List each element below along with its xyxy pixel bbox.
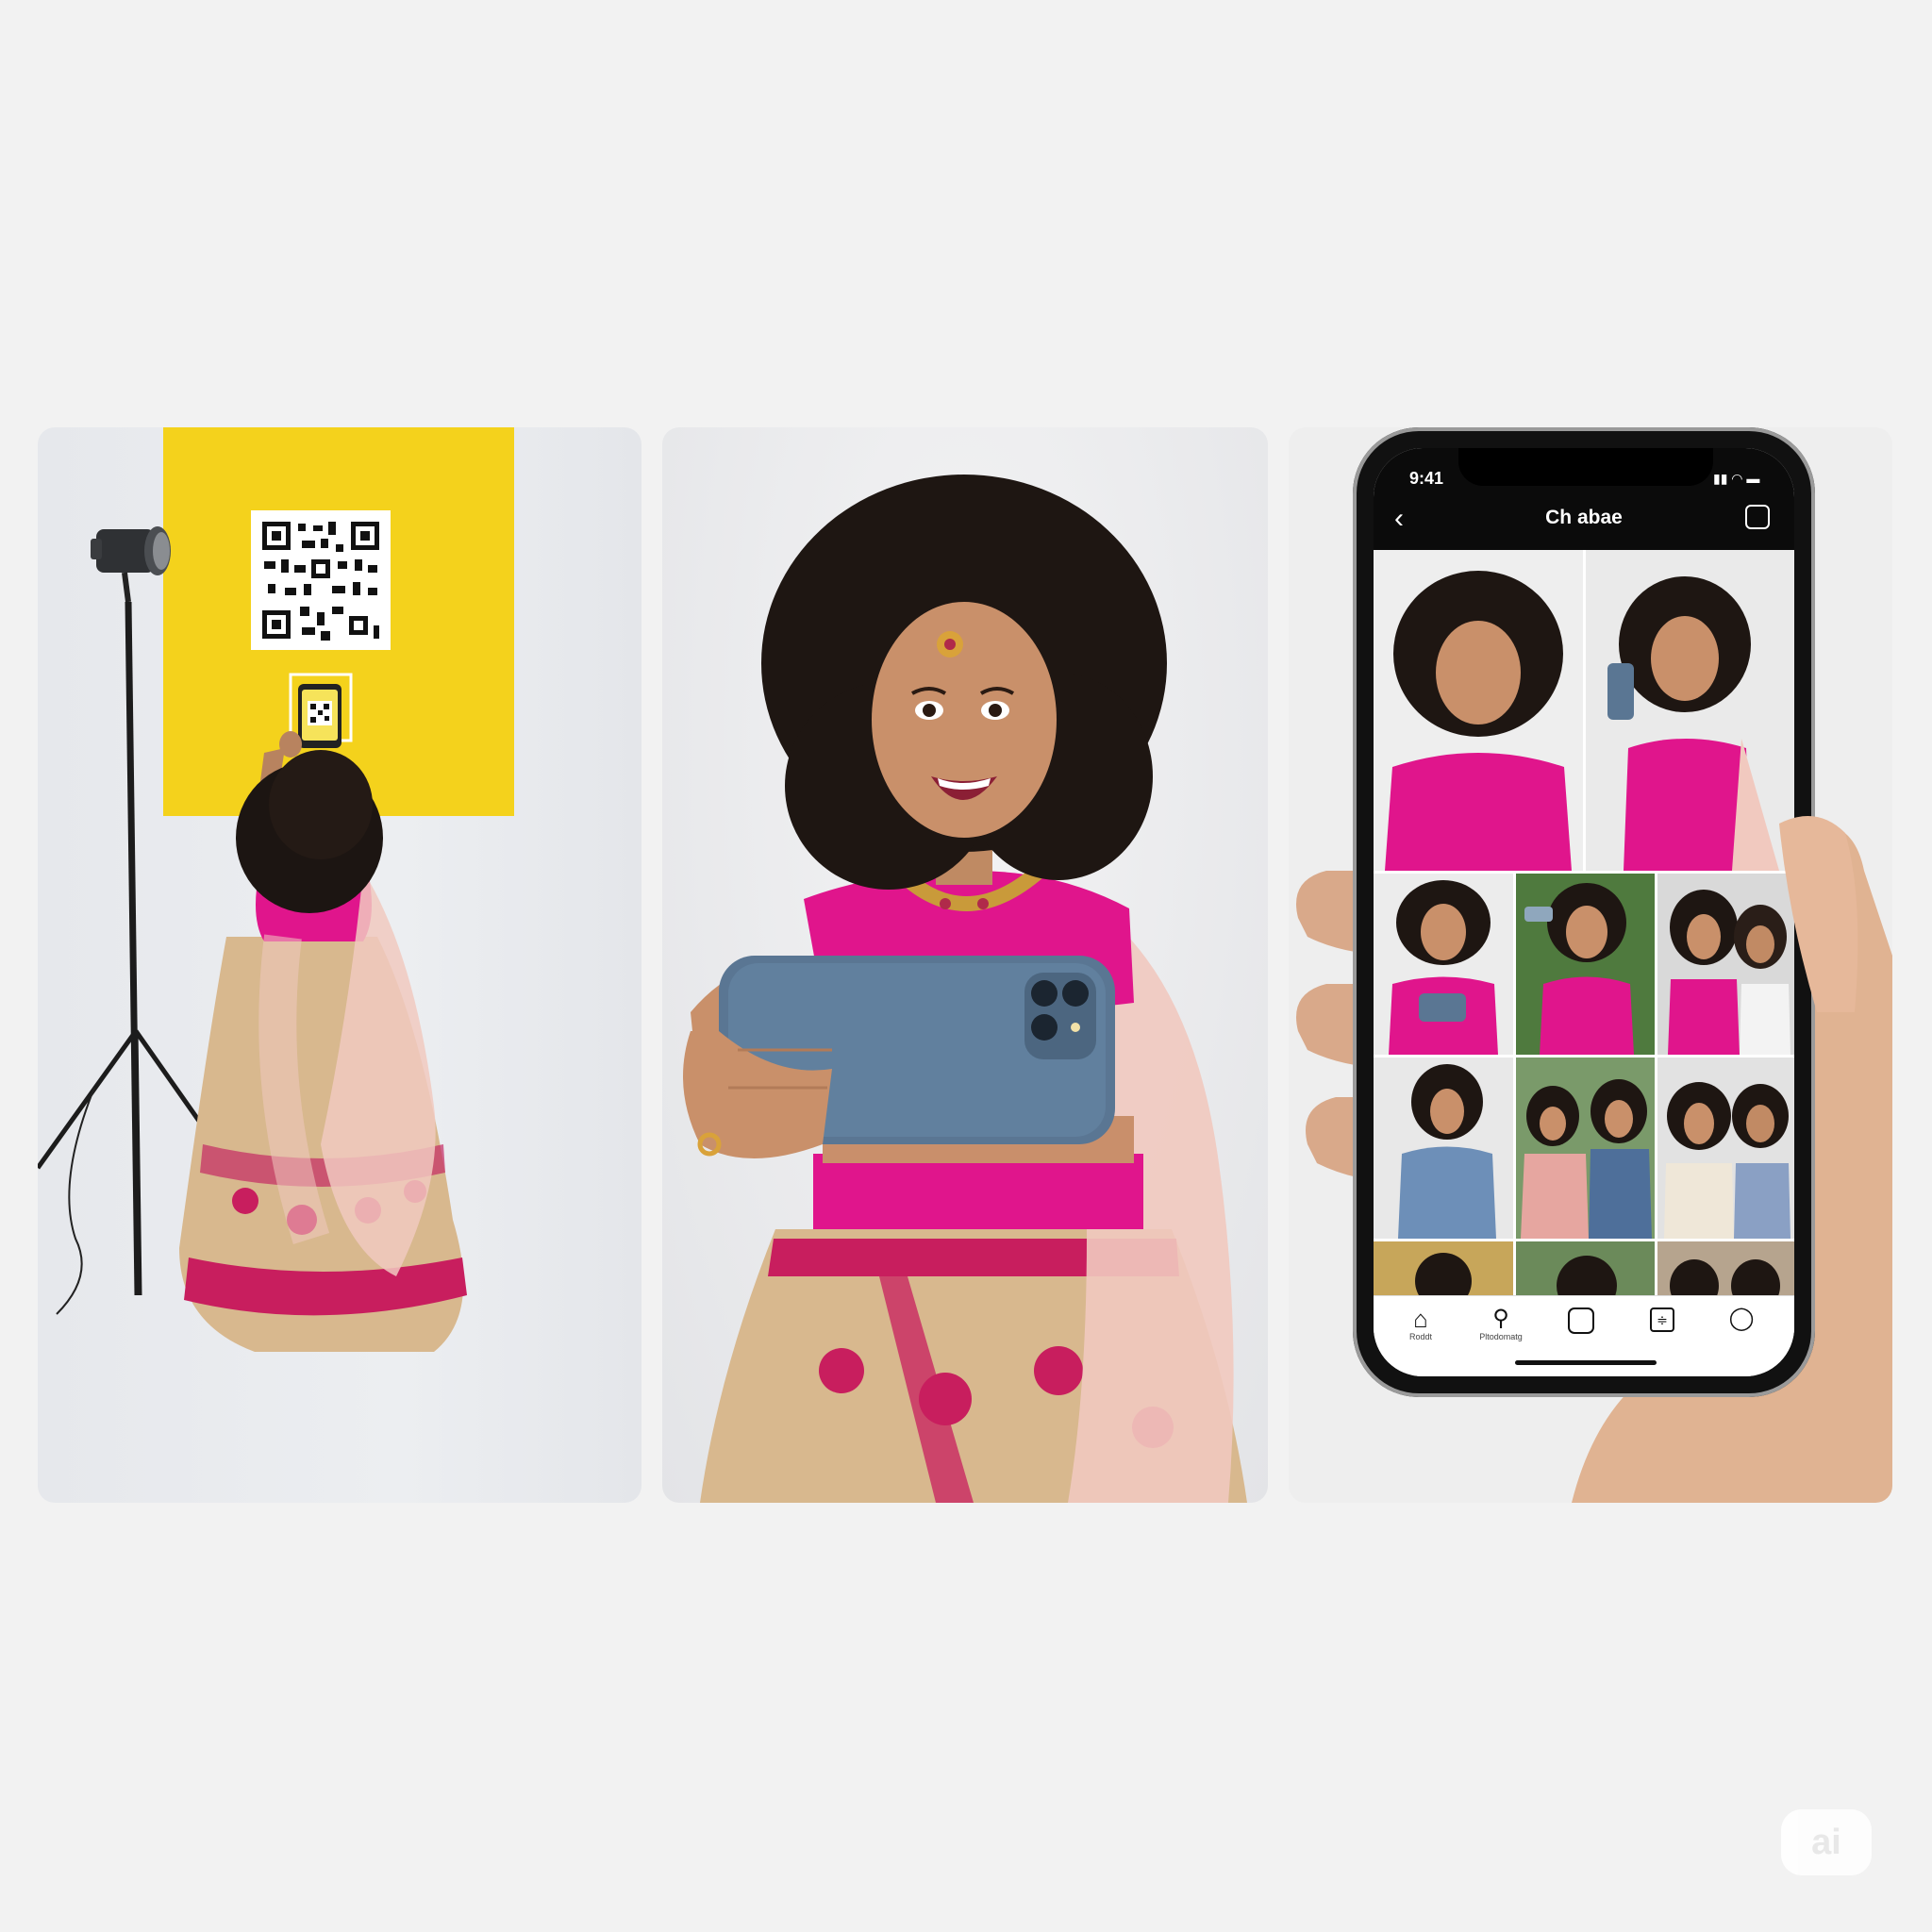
nav-item-search[interactable]: ⚲ Pltodomatg (1468, 1306, 1534, 1341)
selfie-photo-panel (662, 427, 1268, 1503)
studio-qr-scene (38, 427, 514, 1352)
nav-item-profile[interactable]: ◯ (1713, 1306, 1770, 1332)
nav-item-camera[interactable] (1553, 1307, 1609, 1339)
search-icon: ⚲ (1492, 1306, 1509, 1331)
notch (1458, 448, 1713, 486)
home-indicator (1515, 1360, 1657, 1365)
adjust-icon: ≑ (1650, 1307, 1674, 1332)
camera-icon (1568, 1307, 1594, 1334)
gallery-app-panel: 9:41 ▮▮ ◠ ▬ ‹ Ch abae ⌂ Roddt ⚲ Pltodoma… (1289, 427, 1892, 1503)
status-time: 9:41 (1409, 469, 1444, 488)
smiling-face (872, 602, 1057, 838)
photo-thumbnail[interactable] (1516, 1241, 1655, 1295)
qr-code-poster (251, 510, 391, 650)
bottom-nav-bar: ⌂ Roddt ⚲ Pltodomatg ≑ ◯ (1374, 1295, 1794, 1376)
share-icon[interactable] (1745, 505, 1770, 529)
photo-thumbnail[interactable] (1374, 1058, 1513, 1239)
photo-thumbnail[interactable] (1657, 874, 1794, 1055)
nav-item-home[interactable]: ⌂ Roddt (1392, 1306, 1449, 1341)
app-header: 9:41 ▮▮ ◠ ▬ ‹ Ch abae (1374, 448, 1794, 550)
photo-thumbnail[interactable] (1374, 1241, 1513, 1295)
selfie-scene (683, 475, 1247, 1503)
nav-item-adjust[interactable]: ≑ (1634, 1307, 1690, 1332)
photo-thumbnail[interactable] (1657, 1241, 1794, 1295)
home-icon: ⌂ (1413, 1305, 1428, 1333)
girl-back-view (179, 731, 467, 1352)
photo-thumbnail[interactable] (1657, 1058, 1794, 1239)
photo-thumbnail[interactable] (1516, 874, 1655, 1055)
photo-thumbnail[interactable] (1516, 1058, 1655, 1239)
phone-screen: 9:41 ▮▮ ◠ ▬ ‹ Ch abae ⌂ Roddt ⚲ Pltodoma… (1374, 448, 1794, 1376)
photo-grid (1374, 550, 1794, 1295)
nav-label-home: Roddt (1408, 1332, 1433, 1341)
profile-icon: ◯ (1728, 1306, 1755, 1331)
nav-label-search: Pltodomatg (1479, 1332, 1523, 1341)
photo-thumbnail[interactable] (1374, 874, 1513, 1055)
photo-thumbnail[interactable] (1586, 550, 1794, 871)
smartphone-frame: 9:41 ▮▮ ◠ ▬ ‹ Ch abae ⌂ Roddt ⚲ Pltodoma… (1353, 427, 1815, 1397)
studio-qr-photo-panel (38, 427, 641, 1503)
photo-thumbnail[interactable] (1374, 550, 1583, 871)
screen-title: Ch abae (1545, 507, 1623, 528)
signal-battery-icon: ▮▮ ◠ ▬ (1713, 471, 1760, 486)
ai-watermark: ai (1781, 1809, 1872, 1875)
